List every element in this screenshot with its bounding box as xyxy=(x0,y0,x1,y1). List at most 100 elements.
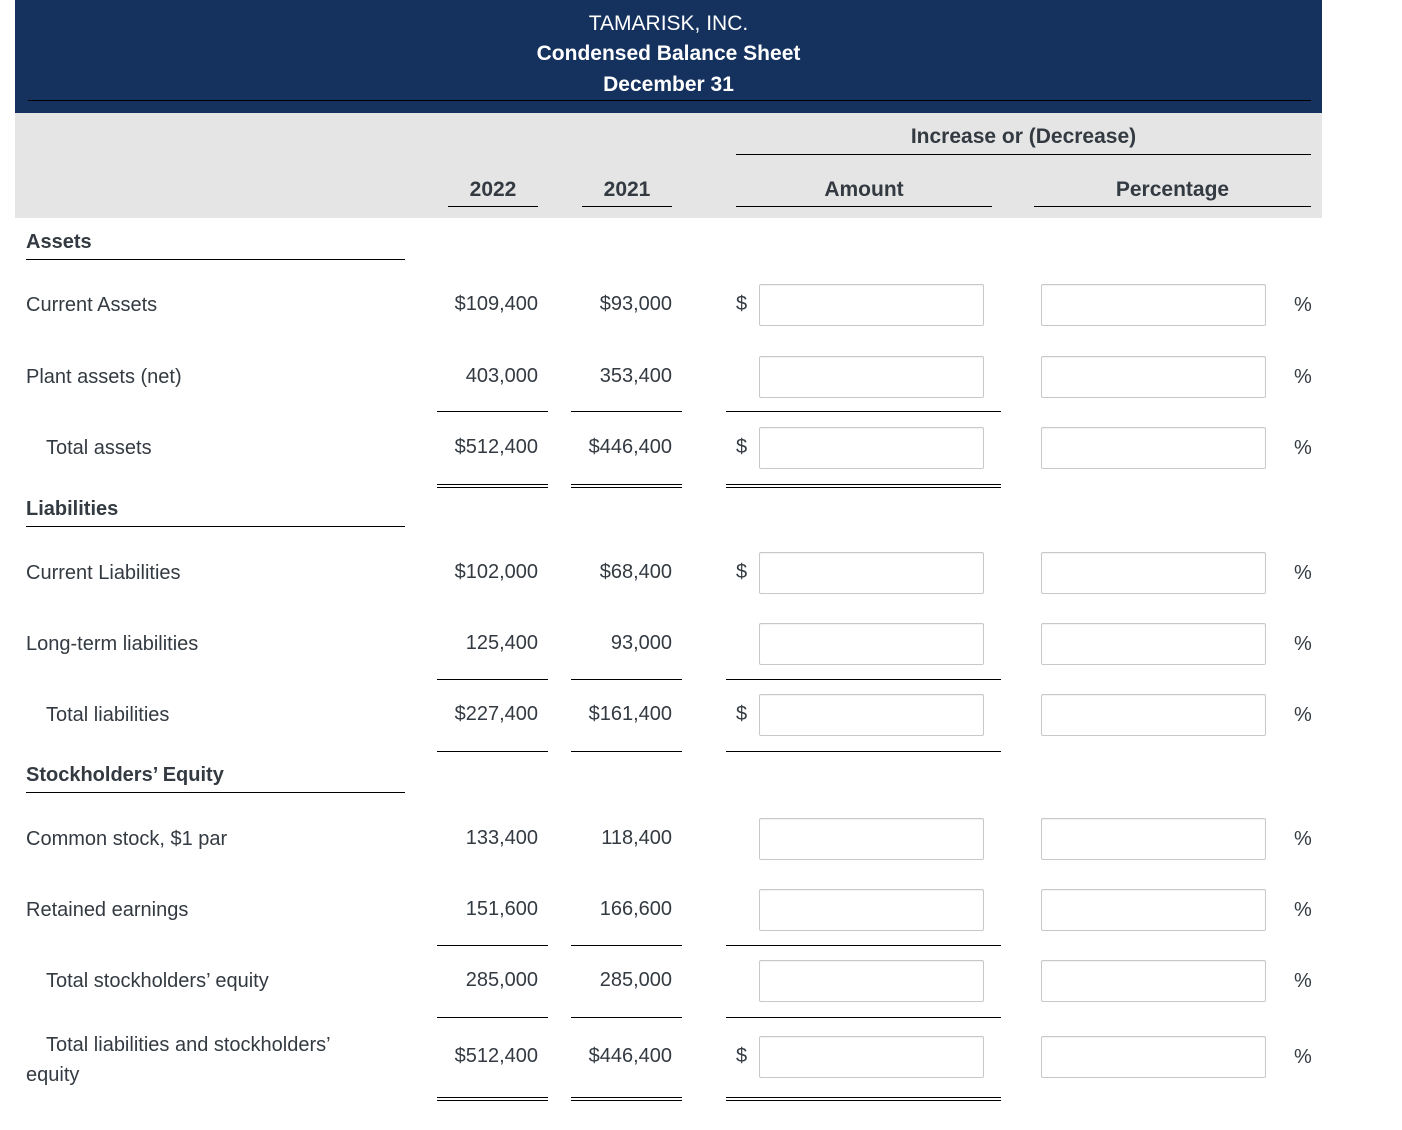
percentage-input[interactable] xyxy=(1041,552,1266,594)
percentage-input[interactable] xyxy=(1041,694,1266,736)
company-name: TAMARISK, INC. xyxy=(588,12,749,35)
subtotal-rule-2022 xyxy=(437,679,548,680)
dollar-sign: $ xyxy=(736,561,748,583)
subtotal-rule-amount xyxy=(726,751,1001,752)
value-2021: 93,000 xyxy=(610,632,672,654)
value-2022: 285,000 xyxy=(465,969,538,991)
percentage-input[interactable] xyxy=(1041,1036,1266,1078)
amount-input[interactable] xyxy=(759,818,984,860)
section-assets: Assets xyxy=(26,231,92,253)
row-label: Current Liabilities xyxy=(26,562,181,584)
col-2021-heading: 2021 xyxy=(603,178,651,201)
percent-sign: % xyxy=(1294,970,1312,992)
amount-input[interactable] xyxy=(759,889,984,931)
subtotal-rule-amount xyxy=(726,1017,1001,1018)
percent-sign: % xyxy=(1294,704,1312,726)
row-label: Retained earnings xyxy=(26,899,189,921)
increase-decrease-heading: Increase or (Decrease) xyxy=(910,125,1137,148)
percentage-input[interactable] xyxy=(1041,818,1266,860)
section-liabilities: Liabilities xyxy=(26,498,119,520)
subtotal-rule-amount xyxy=(726,945,1001,946)
value-2022: 151,600 xyxy=(465,898,538,920)
percentage-input[interactable] xyxy=(1041,623,1266,665)
value-2021: 118,400 xyxy=(601,827,672,849)
value-2021: 285,000 xyxy=(599,969,672,991)
amount-input[interactable] xyxy=(759,427,984,469)
total-double-rule-2022 xyxy=(437,484,548,488)
amount-input[interactable] xyxy=(759,356,984,398)
subtotal-rule-2022 xyxy=(437,945,548,946)
col-amount-underline xyxy=(736,206,992,207)
amount-input[interactable] xyxy=(759,623,984,665)
subtotal-rule-2022 xyxy=(437,1017,548,1018)
percentage-input[interactable] xyxy=(1041,960,1266,1002)
percent-sign: % xyxy=(1294,828,1312,850)
subtotal-rule-2021 xyxy=(571,411,682,412)
subtotal-rule-amount xyxy=(726,411,1001,412)
subtotal-rule-2021 xyxy=(571,1017,682,1018)
col-2022-heading: 2022 xyxy=(469,178,517,201)
value-2021: $93,000 xyxy=(599,293,672,315)
total-double-rule-2021 xyxy=(571,1097,682,1101)
statement-date: December 31 xyxy=(603,73,734,96)
row-label: Total liabilities xyxy=(46,704,170,726)
percent-sign: % xyxy=(1294,899,1312,921)
value-2022: $109,400 xyxy=(454,293,538,315)
section-liabilities-underline xyxy=(26,526,405,527)
percentage-input[interactable] xyxy=(1041,427,1266,469)
subtotal-rule-2022 xyxy=(437,411,548,412)
subtotal-rule-2022 xyxy=(437,751,548,752)
value-2022: $227,400 xyxy=(454,703,538,725)
subtotal-rule-amount xyxy=(726,679,1001,680)
col-percentage-heading: Percentage xyxy=(1115,178,1230,201)
amount-input[interactable] xyxy=(759,960,984,1002)
row-label: Common stock, $1 par xyxy=(26,828,228,850)
section-equity-underline xyxy=(26,792,405,793)
amount-input[interactable] xyxy=(759,284,984,326)
total-double-rule-2022 xyxy=(437,1097,548,1101)
total-double-rule-amount xyxy=(726,484,1001,488)
amount-input[interactable] xyxy=(759,694,984,736)
percent-sign: % xyxy=(1294,633,1312,655)
dollar-sign: $ xyxy=(736,703,748,725)
value-2022: 133,400 xyxy=(465,827,538,849)
value-2022: 125,400 xyxy=(465,632,538,654)
section-assets-underline xyxy=(26,259,405,260)
percent-sign: % xyxy=(1294,562,1312,584)
header-rule xyxy=(28,100,1311,101)
percent-sign: % xyxy=(1294,1046,1312,1068)
col-2021-underline xyxy=(582,206,672,207)
value-2022: 403,000 xyxy=(465,365,538,387)
row-label: Total assets xyxy=(46,437,152,459)
value-2021: $68,400 xyxy=(599,561,672,583)
dollar-sign: $ xyxy=(736,436,748,458)
row-label: Total liabilities and stockholders’ equi… xyxy=(26,1034,330,1086)
statement-header: TAMARISK, INC. Condensed Balance Sheet D… xyxy=(15,0,1322,113)
row-label: Plant assets (net) xyxy=(26,366,182,388)
percentage-input[interactable] xyxy=(1041,889,1266,931)
subtotal-rule-2021 xyxy=(571,945,682,946)
increase-heading-underline xyxy=(736,154,1311,155)
amount-input[interactable] xyxy=(759,1036,984,1078)
value-2021: 353,400 xyxy=(599,365,672,387)
col-2022-underline xyxy=(448,206,538,207)
subtotal-rule-2021 xyxy=(571,679,682,680)
value-2022: $512,400 xyxy=(454,436,538,458)
value-2021: 166,600 xyxy=(599,898,672,920)
col-amount-heading: Amount xyxy=(824,178,904,201)
percent-sign: % xyxy=(1294,437,1312,459)
value-2022: $102,000 xyxy=(454,561,538,583)
dollar-sign: $ xyxy=(736,293,748,315)
section-equity: Stockholders’ Equity xyxy=(26,764,224,786)
subtotal-rule-2021 xyxy=(571,751,682,752)
amount-input[interactable] xyxy=(759,552,984,594)
total-double-rule-amount xyxy=(726,1097,1001,1101)
total-double-rule-2021 xyxy=(571,484,682,488)
row-label: Long-term liabilities xyxy=(26,633,199,655)
percentage-input[interactable] xyxy=(1041,356,1266,398)
percentage-input[interactable] xyxy=(1041,284,1266,326)
value-2021: $161,400 xyxy=(588,703,672,725)
value-2021: $446,400 xyxy=(588,1045,672,1067)
col-percentage-underline xyxy=(1034,206,1311,207)
row-label: Current Assets xyxy=(26,294,158,316)
